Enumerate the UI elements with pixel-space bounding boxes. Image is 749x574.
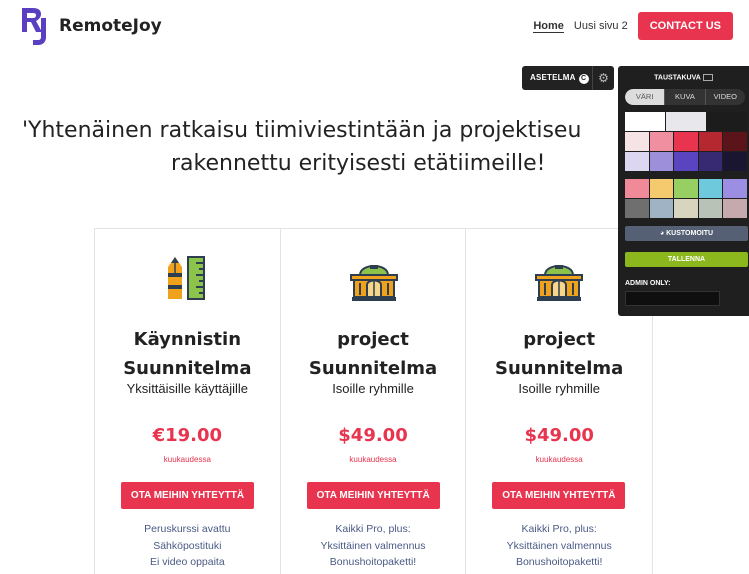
background-type-tabs: VÄRI KUVA VIDEO <box>625 89 745 105</box>
color-swatch[interactable] <box>649 179 674 198</box>
color-swatch[interactable] <box>649 152 674 171</box>
pricing-card: project Suunnitelma Isoille ryhmille $49… <box>281 229 467 574</box>
logo-mark-icon <box>19 6 53 46</box>
feature-item: Bonushoitopaketti! <box>515 556 603 568</box>
card-subtitle: Yksittäisille käyttäjille <box>126 381 249 396</box>
feature-item: Sähköpostituki <box>153 539 222 552</box>
building-icon <box>348 253 400 305</box>
admin-only-input[interactable] <box>625 291 720 306</box>
contact-us-button[interactable]: CONTACT US <box>637 12 733 40</box>
panel-title: TAUSTAKUVA <box>618 74 749 81</box>
panel-title-text: TAUSTAKUVA <box>654 74 701 82</box>
color-swatch[interactable] <box>723 132 747 151</box>
color-swatch[interactable] <box>649 132 674 151</box>
feature-item: Kaikki Pro, plus: <box>335 523 411 535</box>
card-period: kuukaudessa <box>535 455 583 464</box>
save-button[interactable]: TALLENNA <box>625 252 748 267</box>
card-title: project Suunnitelma <box>281 325 466 383</box>
pricing-card: Käynnistin Suunnitelma Yksittäisille käy… <box>95 229 281 574</box>
pencil-ruler-icon <box>162 253 214 305</box>
color-swatch[interactable] <box>625 199 649 218</box>
card-period: kuukaudessa <box>163 455 211 464</box>
card-title-line-1: Käynnistin <box>133 329 242 350</box>
layout-toolbar: ASETELMA C ⚙ <box>522 66 614 90</box>
card-title-line-2: Suunnitelma <box>495 358 624 379</box>
card-title: project Suunnitelma <box>466 325 652 383</box>
gear-icon[interactable]: ⚙ <box>592 66 614 90</box>
card-title-line-2: Suunnitelma <box>308 358 438 379</box>
tab-video[interactable]: VIDEO <box>706 89 745 105</box>
card-subtitle: Isoille ryhmille <box>332 381 414 396</box>
card-period: kuukaudessa <box>349 455 397 464</box>
color-swatch[interactable] <box>625 152 649 171</box>
card-price: $49.00 <box>524 425 594 446</box>
color-swatch[interactable] <box>674 199 698 218</box>
color-swatch[interactable] <box>625 179 649 198</box>
card-features: Kaikki Pro, plus: Yksittäinen valmennus … <box>281 521 466 571</box>
nav-item-uusi-sivu-2[interactable]: Uusi sivu 2 <box>574 20 628 32</box>
card-title: Käynnistin Suunnitelma <box>95 325 280 383</box>
customize-label: KUSTOMOITU <box>666 230 714 237</box>
feature-item: Bonushoitopaketti! <box>329 556 417 568</box>
pricing-cards: Käynnistin Suunnitelma Yksittäisille käy… <box>94 228 653 574</box>
color-swatch[interactable] <box>698 152 723 171</box>
card-title-line-2: Suunnitelma <box>123 358 252 379</box>
color-swatch[interactable] <box>723 152 747 171</box>
color-swatch[interactable] <box>674 152 698 171</box>
feature-item: Ei video oppaita <box>149 556 225 568</box>
color-swatch[interactable] <box>649 199 674 218</box>
layout-button[interactable]: ASETELMA C <box>530 73 589 84</box>
color-swatch[interactable] <box>625 112 665 131</box>
brand-name: RemoteJoy <box>59 16 162 36</box>
card-price: €19.00 <box>152 425 223 446</box>
site-header: RemoteJoy Home Uusi sivu 2 CONTACT US <box>0 0 749 52</box>
color-swatch[interactable] <box>674 132 698 151</box>
customize-button[interactable]: ◕ KUSTOMOITU <box>625 226 748 241</box>
tab-kuva[interactable]: KUVA <box>665 89 706 105</box>
color-swatch[interactable] <box>698 132 723 151</box>
contact-button[interactable]: OTA MEIHIN YHTEYTTÄ <box>306 482 440 509</box>
layout-badge: C <box>578 73 589 84</box>
color-swatch[interactable] <box>723 179 747 198</box>
hero-heading-line-1: 'Yhtenäinen ratkaisu tiimiviestintään ja… <box>22 118 582 143</box>
color-swatch[interactable] <box>674 179 698 198</box>
color-swatch[interactable] <box>723 199 747 218</box>
layout-label: ASETELMA <box>530 72 576 82</box>
brand-logo[interactable]: RemoteJoy <box>19 6 162 46</box>
building-icon <box>533 253 585 305</box>
tab-vari[interactable]: VÄRI <box>625 89 666 105</box>
feature-item: Peruskurssi avattu <box>144 523 231 535</box>
card-features: Kaikki Pro, plus: Yksittäinen valmennus … <box>466 521 652 571</box>
nav-item-home[interactable]: Home <box>533 20 564 33</box>
card-title-line-1: project <box>523 329 596 350</box>
feature-item: Yksittäinen valmennus <box>320 539 426 552</box>
background-panel: TAUSTAKUVA VÄRI KUVA VIDEO ◕ KUSTOMOITU … <box>618 66 749 316</box>
admin-only-label: ADMIN ONLY: <box>625 280 671 287</box>
contact-button[interactable]: OTA MEIHIN YHTEYTTÄ <box>121 482 254 509</box>
hero-heading-line-2: rakennettu erityisesti etätiimeille! <box>171 151 546 176</box>
card-subtitle: Isoille ryhmille <box>518 381 600 396</box>
card-features: Peruskurssi avattu Sähköpostituki Ei vid… <box>95 521 280 571</box>
color-swatch[interactable] <box>625 132 649 151</box>
image-icon <box>702 74 713 81</box>
feature-item: Yksittäinen valmennus <box>506 539 612 552</box>
feature-item: Kaikki Pro, plus: <box>521 523 597 535</box>
contact-button[interactable]: OTA MEIHIN YHTEYTTÄ <box>492 482 626 509</box>
color-swatch[interactable] <box>698 179 723 198</box>
card-price: $49.00 <box>338 425 408 446</box>
card-title-line-1: project <box>337 329 409 350</box>
color-swatch[interactable] <box>666 112 706 131</box>
color-swatch[interactable] <box>698 199 723 218</box>
color-swatch[interactable] <box>707 112 747 131</box>
main-nav: Home Uusi sivu 2 CONTACT US <box>533 12 733 40</box>
